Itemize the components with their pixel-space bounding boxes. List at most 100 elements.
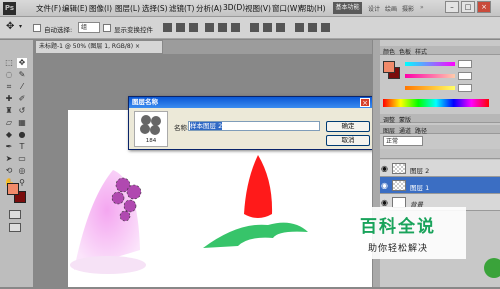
workspace-design[interactable]: 设计 xyxy=(368,4,380,13)
distribute-middle-icon[interactable] xyxy=(263,23,272,32)
distribute-center-icon[interactable] xyxy=(308,23,317,32)
tab-adjustments[interactable]: 调整 xyxy=(383,115,395,124)
workspace-photography[interactable]: 摄影 xyxy=(402,4,414,13)
watermark-subtitle: 助你轻松解决 xyxy=(367,244,428,254)
quick-select-tool-icon[interactable]: ✎ xyxy=(17,70,27,80)
distribute-left-icon[interactable] xyxy=(295,23,304,32)
blend-mode-select[interactable]: 正常 xyxy=(383,136,423,146)
workspace-more-icon[interactable]: » xyxy=(420,4,424,11)
menu-help[interactable]: 帮助(H) xyxy=(299,3,326,14)
menu-select[interactable]: 选择(S) xyxy=(142,3,168,14)
shape-tool-icon[interactable]: ▭ xyxy=(17,154,27,164)
tab-layers[interactable]: 图层 xyxy=(383,126,395,135)
layer-name-dialog: 图层名称 × 184 名称: 样本图层 2 确定 取消 xyxy=(128,96,373,150)
color-spectrum-ramp[interactable] xyxy=(383,99,489,107)
pink-ground-shape xyxy=(70,256,146,274)
type-tool-icon[interactable]: T xyxy=(17,142,27,152)
dodge-tool-icon[interactable]: ● xyxy=(17,130,27,140)
move-tool-icon[interactable]: ✥ xyxy=(17,58,27,68)
align-left-icon[interactable] xyxy=(205,23,214,32)
show-transform-checkbox[interactable] xyxy=(103,24,111,32)
3d-orbit-tool-icon[interactable]: ◎ xyxy=(17,166,27,176)
distribute-top-icon[interactable] xyxy=(250,23,259,32)
menu-image[interactable]: 图像(I) xyxy=(89,3,112,14)
healing-brush-tool-icon[interactable]: ✚ xyxy=(4,94,14,104)
photoshop-logo: Ps xyxy=(3,2,16,15)
blue-slider[interactable] xyxy=(405,86,455,90)
distribute-right-icon[interactable] xyxy=(321,23,330,32)
align-right-icon[interactable] xyxy=(231,23,240,32)
tab-color[interactable]: 颜色 xyxy=(383,47,395,56)
history-brush-tool-icon[interactable]: ↺ xyxy=(17,106,27,116)
badge-icon xyxy=(484,258,500,278)
green-slider[interactable] xyxy=(405,74,455,78)
red-value-field[interactable] xyxy=(458,60,472,68)
workspace-essentials-button[interactable]: 基本功能 xyxy=(333,2,362,14)
visibility-eye-icon[interactable]: ◉ xyxy=(380,177,389,194)
align-middle-icon[interactable] xyxy=(176,23,185,32)
adjustments-panel-tabs xyxy=(380,114,500,123)
tab-masks[interactable]: 蒙版 xyxy=(399,115,411,124)
color-panel-tabs xyxy=(380,46,500,55)
foreground-color-swatch[interactable] xyxy=(7,183,19,195)
show-transform-label: 显示变换控件 xyxy=(114,26,153,34)
close-button[interactable]: × xyxy=(477,1,491,13)
align-top-icon[interactable] xyxy=(163,23,172,32)
dialog-close-button[interactable]: × xyxy=(360,98,370,107)
blur-tool-icon[interactable]: ◆ xyxy=(4,130,14,140)
minimize-button[interactable]: – xyxy=(445,1,459,13)
layer-name-value: 样本图层 2 xyxy=(190,122,223,130)
blue-value-field[interactable] xyxy=(458,84,472,92)
tab-styles[interactable]: 样式 xyxy=(415,47,427,56)
brush-tool-icon[interactable]: ✐ xyxy=(17,94,27,104)
layer-thumbnail xyxy=(392,163,406,174)
cancel-button[interactable]: 取消 xyxy=(326,135,370,146)
move-tool-icon[interactable]: ✥ xyxy=(6,21,14,32)
menu-window[interactable]: 窗口(W) xyxy=(272,3,300,14)
green-value-field[interactable] xyxy=(458,72,472,80)
layer-name: 图层 2 xyxy=(410,167,430,175)
auto-select-dropdown[interactable]: 组 xyxy=(78,22,100,33)
maximize-button[interactable]: □ xyxy=(461,1,475,13)
visibility-eye-icon[interactable]: ◉ xyxy=(380,160,389,177)
pen-tool-icon[interactable]: ✒ xyxy=(4,142,14,152)
name-label: 名称: xyxy=(174,124,190,132)
layer-name: 图层 1 xyxy=(410,184,430,192)
align-bottom-icon[interactable] xyxy=(189,23,198,32)
preview-caption: 184 xyxy=(145,138,157,144)
screen-mode-icon[interactable] xyxy=(9,223,21,232)
clone-stamp-tool-icon[interactable]: ♜ xyxy=(4,106,14,116)
menu-analysis[interactable]: 分析(A) xyxy=(196,3,222,14)
tab-swatches[interactable]: 色板 xyxy=(399,47,411,56)
align-center-icon[interactable] xyxy=(218,23,227,32)
tool-preset-chevron-icon[interactable]: ▾ xyxy=(19,23,22,30)
gradient-tool-icon[interactable]: ▦ xyxy=(17,118,27,128)
eyedropper-tool-icon[interactable]: ⁄ xyxy=(17,82,27,92)
lasso-tool-icon[interactable]: ◌ xyxy=(4,70,14,80)
layer-name-input[interactable]: 样本图层 2 xyxy=(188,121,320,131)
menu-file[interactable]: 文件(F) xyxy=(36,3,61,14)
menu-edit[interactable]: 编辑(E) xyxy=(62,3,88,14)
distribute-bottom-icon[interactable] xyxy=(276,23,285,32)
auto-select-checkbox[interactable] xyxy=(33,24,41,32)
panel-foreground-swatch[interactable] xyxy=(383,61,395,73)
red-slider[interactable] xyxy=(405,62,455,66)
path-select-tool-icon[interactable]: ➤ xyxy=(4,154,14,164)
ok-button[interactable]: 确定 xyxy=(326,121,370,132)
tab-paths[interactable]: 路径 xyxy=(415,126,427,135)
quick-mask-icon[interactable] xyxy=(9,210,21,219)
menu-layer[interactable]: 图层(L) xyxy=(115,3,140,14)
menu-filter[interactable]: 滤镜(T) xyxy=(169,3,194,14)
document-tab[interactable]: 未标题-1 @ 50% (图层 1, RGB/8) × xyxy=(35,40,163,54)
eraser-tool-icon[interactable]: ▱ xyxy=(4,118,14,128)
watermark-title: 百科全说 xyxy=(360,217,436,237)
layer-thumbnail xyxy=(392,180,406,191)
marquee-tool-icon[interactable]: ⬚ xyxy=(4,58,14,68)
tab-channels[interactable]: 通道 xyxy=(399,126,411,135)
3d-rotate-tool-icon[interactable]: ⟲ xyxy=(4,166,14,176)
menu-view[interactable]: 视图(V) xyxy=(245,3,271,14)
menu-3d[interactable]: 3D(D) xyxy=(223,3,245,12)
crop-tool-icon[interactable]: ⌗ xyxy=(4,82,14,92)
workspace-painting[interactable]: 绘画 xyxy=(385,4,397,13)
layer-lock-row xyxy=(380,149,500,159)
